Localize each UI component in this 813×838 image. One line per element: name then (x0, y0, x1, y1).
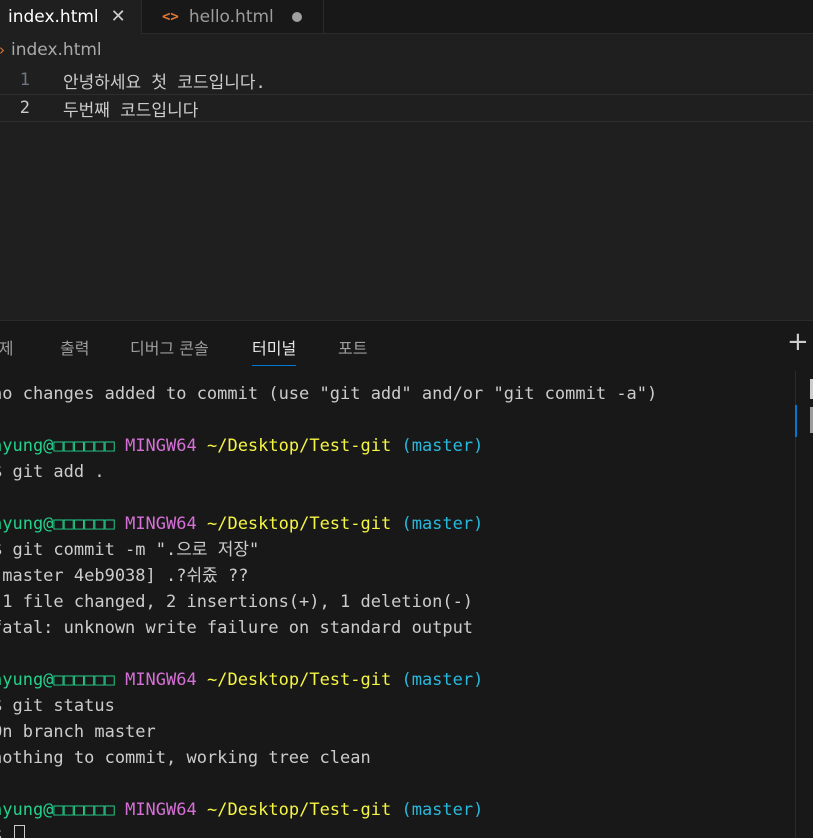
vscode-window: index.html ✕ <> hello.html › index.html … (0, 0, 813, 838)
terminal-prompt-line: hyung@□□□□□□ MINGW64 ~/Desktop/Test-git … (0, 511, 483, 537)
new-terminal-icon[interactable]: + (787, 329, 813, 355)
prompt-env: MINGW64 (125, 514, 197, 534)
terminal-text-line: $ (0, 823, 26, 838)
close-icon[interactable]: ✕ (111, 8, 126, 26)
terminal-prompt-line: hyung@□□□□□□ MINGW64 ~/Desktop/Test-git … (0, 797, 483, 823)
breadcrumb-file[interactable]: index.html (11, 40, 102, 60)
code-line-2[interactable]: 2 두번째 코드입니다 (0, 94, 813, 122)
prompt-path: ~/Desktop/Test-git (206, 800, 392, 820)
prompt-user: hyung@□□□□□□ (0, 436, 115, 456)
terminal-text-line: $ git status (0, 696, 115, 716)
active-terminal-indicator (795, 405, 797, 437)
terminal-cursor (14, 825, 26, 838)
tab-label: index.html (8, 7, 99, 27)
prompt-user: hyung@□□□□□□ (0, 514, 115, 534)
prompt-path: ~/Desktop/Test-git (206, 436, 392, 456)
prompt-user: hyung@□□□□□□ (0, 670, 115, 690)
unsaved-dot-icon[interactable] (291, 12, 302, 22)
terminal-prompt-line: hyung@□□□□□□ MINGW64 ~/Desktop/Test-git … (0, 667, 483, 693)
tab-hello-html[interactable]: <> hello.html (142, 0, 324, 34)
tab-problems[interactable]: 문제 (0, 335, 13, 365)
tab-label: hello.html (188, 7, 274, 27)
code-editor[interactable]: 1 안녕하세요 첫 코드입니다. 2 두번째 코드입니다 (0, 66, 813, 320)
terminal-text-line: [master 4eb9038] .?쉬줐 ?? (0, 566, 249, 586)
prompt-path: ~/Desktop/Test-git (206, 514, 392, 534)
tab-ports[interactable]: 포트 (338, 335, 367, 365)
prompt-env: MINGW64 (125, 436, 197, 456)
terminal-text-line: no changes added to commit (use "git add… (0, 384, 658, 404)
prompt-branch: (master) (401, 670, 484, 690)
breadcrumb[interactable]: › index.html (0, 36, 102, 64)
terminal-text-line: nothing to commit, working tree clean (0, 748, 371, 768)
terminal-list-strip (795, 371, 813, 838)
tab-terminal[interactable]: 터미널 (252, 335, 297, 366)
terminal-text-line: $ git commit -m ".으로 저장" (0, 540, 260, 560)
terminal-prompt-line: hyung@□□□□□□ MINGW64 ~/Desktop/Test-git … (0, 433, 483, 459)
tab-debug-console[interactable]: 디버그 콘솔 (130, 335, 209, 365)
prompt-env: MINGW64 (125, 670, 197, 690)
line-number: 2 (19, 98, 30, 118)
line-text[interactable]: 두번째 코드입니다 (63, 96, 198, 121)
prompt-user: hyung@□□□□□□ (0, 800, 115, 820)
tab-output[interactable]: 출력 (60, 335, 89, 365)
chevron-right-icon: › (0, 41, 5, 59)
terminal-text-line: $ git add . (0, 462, 105, 482)
line-number: 1 (19, 70, 30, 90)
prompt-env: MINGW64 (125, 800, 197, 820)
html-file-icon: <> (162, 9, 179, 25)
prompt-branch: (master) (401, 514, 484, 534)
line-text[interactable]: 안녕하세요 첫 코드입니다. (63, 68, 266, 93)
terminal-text-line: fatal: unknown write failure on standard… (0, 618, 474, 638)
terminal-text-line: 1 file changed, 2 insertions(+), 1 delet… (0, 592, 474, 612)
tab-index-html[interactable]: index.html ✕ (0, 0, 142, 34)
prompt-branch: (master) (401, 436, 484, 456)
prompt-branch: (master) (401, 800, 484, 820)
panel-tab-bar: 문제 출력 디버그 콘솔 터미널 포트 + (0, 321, 813, 371)
code-line-1[interactable]: 1 안녕하세요 첫 코드입니다. (0, 66, 813, 94)
bottom-panel: 문제 출력 디버그 콘솔 터미널 포트 + no changes added t… (0, 320, 813, 838)
editor-tab-bar: index.html ✕ <> hello.html (0, 0, 813, 34)
prompt-path: ~/Desktop/Test-git (206, 670, 392, 690)
terminal-output[interactable]: no changes added to commit (use "git add… (0, 381, 795, 838)
terminal-text-line: On branch master (0, 722, 156, 742)
